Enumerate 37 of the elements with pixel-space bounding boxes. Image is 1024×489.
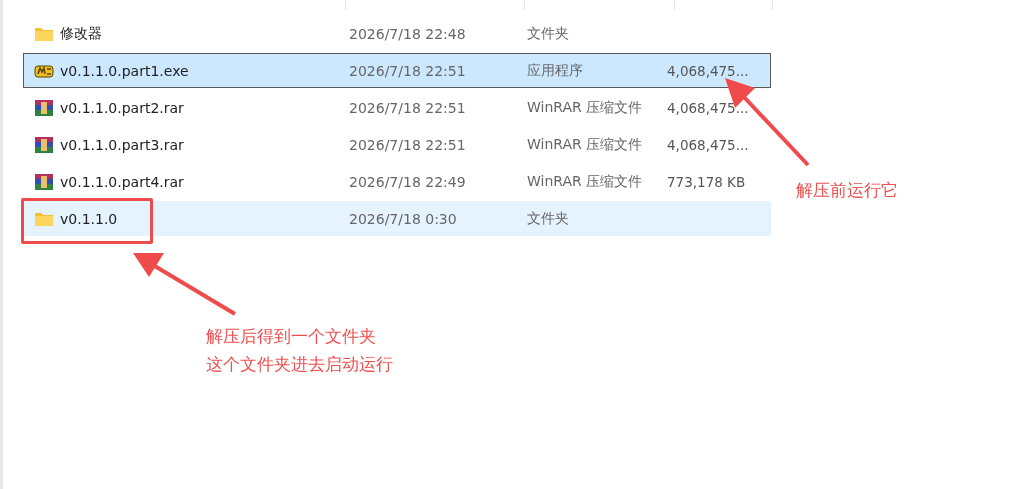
file-row[interactable]: v0.1.1.0.part1.exe 2026/7/18 22:51 应用程序 4,068,475...: [23, 53, 771, 88]
file-name: v0.1.1.0.part3.rar: [60, 136, 184, 153]
file-row[interactable]: v0.1.1.0.part3.rar 2026/7/18 22:51 WinRAR 压缩文件 4,068,475...: [23, 127, 771, 162]
archive-icon: [34, 172, 54, 191]
folder-icon: [34, 210, 54, 227]
file-size: 4,068,475...: [667, 136, 749, 153]
date-modified: 2026/7/18 22:49: [349, 173, 467, 190]
app-icon: [34, 62, 54, 79]
file-type: 文件夹: [527, 24, 570, 43]
file-name: v0.1.1.0.part2.rar: [60, 99, 184, 116]
file-type: WinRAR 压缩文件: [527, 135, 644, 154]
date-modified: 2026/7/18 22:48: [349, 25, 467, 42]
file-size: 4,068,475...: [667, 99, 749, 116]
file-name: 修改器: [60, 24, 102, 43]
file-size: 773,178 KB: [667, 173, 746, 190]
date-modified: 2026/7/18 22:51: [349, 136, 467, 153]
file-size: 4,068,475...: [667, 62, 749, 79]
file-row[interactable]: v0.1.1.0.part2.rar 2026/7/18 22:51 WinRAR 压缩文件 4,068,475...: [23, 90, 771, 125]
folder-icon: [34, 25, 54, 42]
date-modified: 2026/7/18 22:51: [349, 62, 467, 79]
date-modified: 2026/7/18 0:30: [349, 210, 458, 227]
archive-icon: [34, 98, 54, 117]
annotation-text: 这个文件夹进去启动运行: [206, 353, 393, 376]
annotation-text: 解压前运行它: [796, 179, 898, 202]
archive-icon: [34, 135, 54, 154]
file-name: v0.1.1.0.part4.rar: [60, 173, 184, 190]
file-name: v0.1.1.0.part1.exe: [60, 62, 189, 79]
file-type: WinRAR 压缩文件: [527, 98, 644, 117]
file-row[interactable]: v0.1.1.0.part4.rar 2026/7/18 22:49 WinRAR 压缩文件 773,178 KB: [23, 164, 771, 199]
file-row[interactable]: 修改器 2026/7/18 22:48 文件夹: [23, 16, 771, 51]
file-type: 应用程序: [527, 61, 584, 80]
file-type: WinRAR 压缩文件: [527, 172, 644, 191]
file-row[interactable]: v0.1.1.0 2026/7/18 0:30 文件夹: [23, 201, 771, 236]
date-modified: 2026/7/18 22:51: [349, 99, 467, 116]
file-name: v0.1.1.0: [60, 210, 118, 227]
file-type: 文件夹: [527, 209, 570, 228]
annotation-text: 解压后得到一个文件夹: [206, 325, 377, 348]
